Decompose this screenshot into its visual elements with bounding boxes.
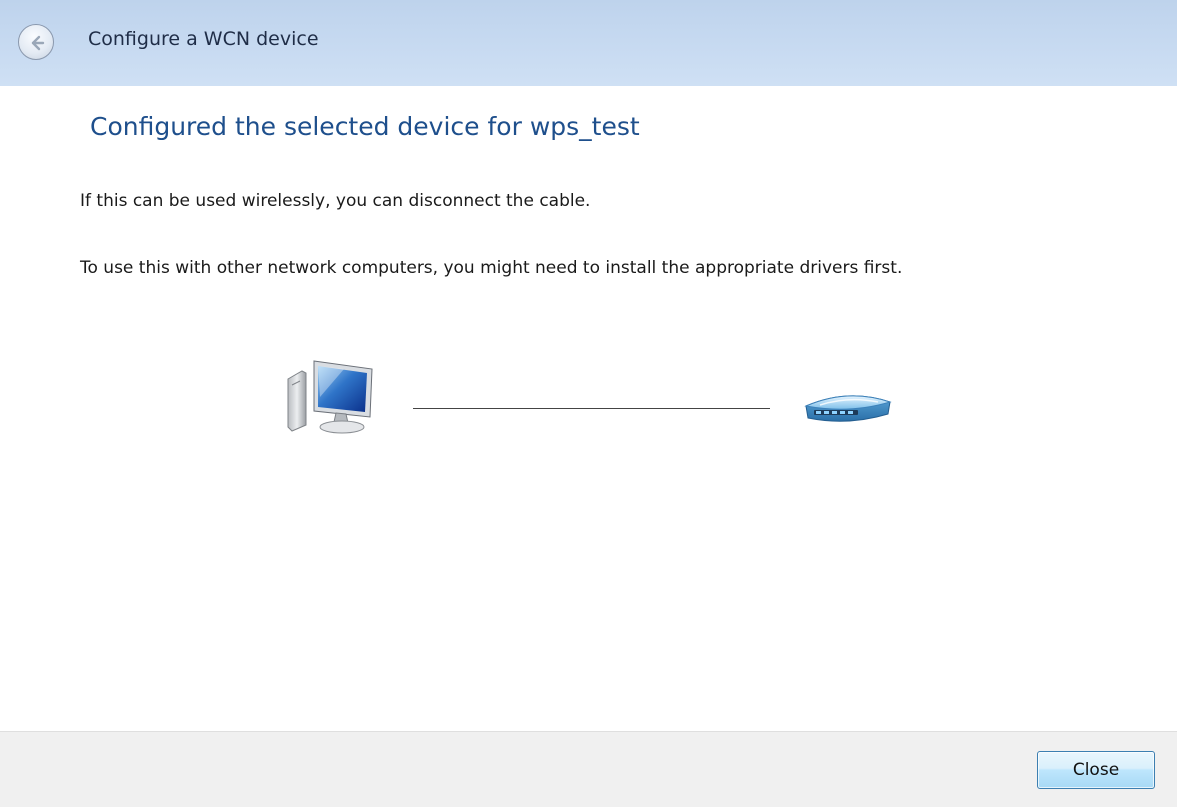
page-heading: Configured the selected device for wps_t… — [90, 112, 640, 141]
instruction-wireless: If this can be used wirelessly, you can … — [80, 191, 591, 211]
wizard-content: Configured the selected device for wps_t… — [0, 86, 1177, 731]
connection-line — [413, 408, 770, 409]
wizard-header: Configure a WCN device — [0, 0, 1177, 86]
back-arrow-icon — [31, 35, 45, 51]
computer-icon — [287, 360, 373, 434]
wizard-footer: Close — [0, 731, 1177, 807]
router-icon — [804, 395, 892, 422]
back-button[interactable] — [18, 24, 54, 60]
instruction-drivers: To use this with other network computers… — [80, 258, 903, 278]
close-button[interactable]: Close — [1037, 751, 1155, 789]
window-title: Configure a WCN device — [88, 28, 319, 50]
wcn-wizard-window: Configure a WCN device Configured the se… — [0, 0, 1177, 807]
